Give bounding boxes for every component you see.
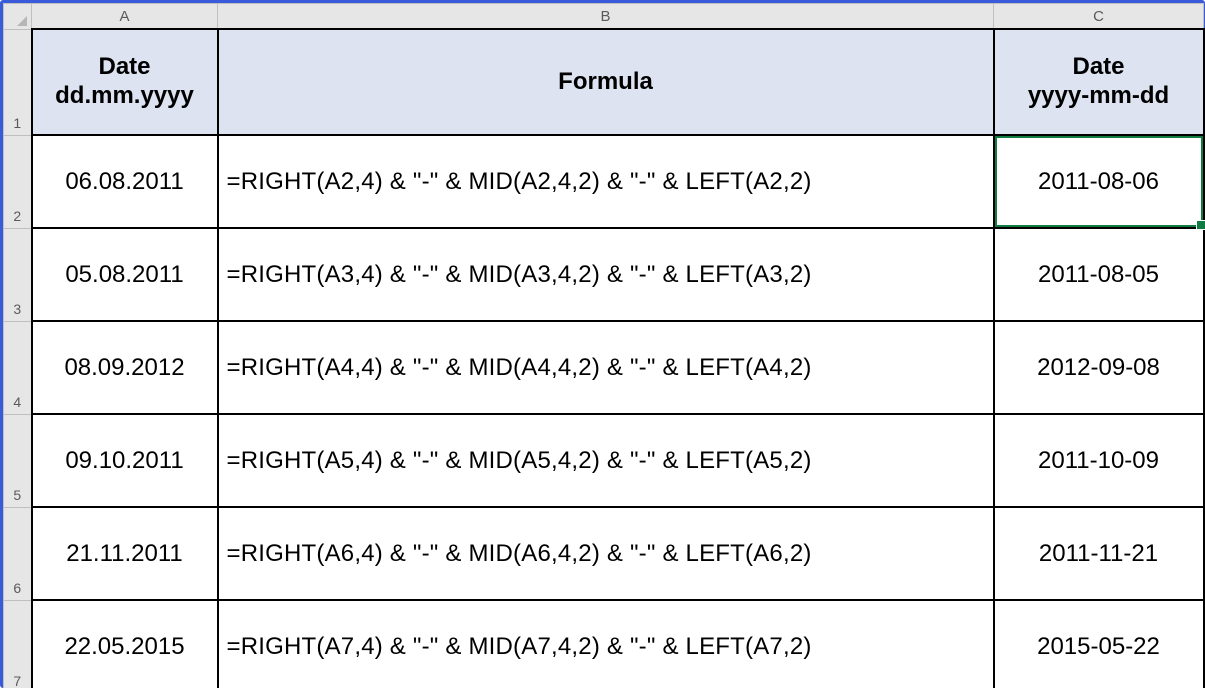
cell-B6[interactable]: =RIGHT(A6,4) & "-" & MID(A6,4,2) & "-" &…	[218, 507, 994, 600]
header-a-line1: Date	[39, 53, 211, 82]
cell-A5[interactable]: 09.10.2011	[32, 414, 218, 507]
cell-B4[interactable]: =RIGHT(A4,4) & "-" & MID(A4,4,2) & "-" &…	[218, 321, 994, 414]
column-header-row: A B C	[4, 4, 1204, 30]
spreadsheet-viewport: A B C 1 Date dd.mm.yyyy Formula Date yyy…	[0, 0, 1205, 688]
column-header-C[interactable]: C	[994, 4, 1204, 30]
row-header-2[interactable]: 2	[4, 135, 32, 228]
cell-A7[interactable]: 22.05.2015	[32, 600, 218, 688]
cell-B1-header-formula[interactable]: Formula	[218, 29, 994, 135]
header-c-line1: Date	[1001, 53, 1197, 82]
table-row: 7 22.05.2015 =RIGHT(A7,4) & "-" & MID(A7…	[4, 600, 1204, 688]
cell-C4[interactable]: 2012-09-08	[994, 321, 1204, 414]
header-b: Formula	[558, 68, 653, 95]
header-c-line2: yyyy-mm-dd	[1001, 82, 1197, 111]
select-all-corner[interactable]	[4, 4, 32, 30]
row-header-3[interactable]: 3	[4, 228, 32, 321]
cell-C6[interactable]: 2011-11-21	[994, 507, 1204, 600]
column-header-B[interactable]: B	[218, 4, 994, 30]
table-row: 2 06.08.2011 =RIGHT(A2,4) & "-" & MID(A2…	[4, 135, 1204, 228]
table-row: 1 Date dd.mm.yyyy Formula Date yyyy-mm-d…	[4, 29, 1204, 135]
header-a-line2: dd.mm.yyyy	[39, 82, 211, 111]
cell-C7[interactable]: 2015-05-22	[994, 600, 1204, 688]
row-header-5[interactable]: 5	[4, 414, 32, 507]
table-row: 6 21.11.2011 =RIGHT(A6,4) & "-" & MID(A6…	[4, 507, 1204, 600]
row-header-7[interactable]: 7	[4, 600, 32, 688]
row-header-6[interactable]: 6	[4, 507, 32, 600]
spreadsheet-grid: A B C 1 Date dd.mm.yyyy Formula Date yyy…	[3, 3, 1205, 688]
column-header-A[interactable]: A	[32, 4, 218, 30]
cell-A3[interactable]: 05.08.2011	[32, 228, 218, 321]
cell-C1-header-date-out[interactable]: Date yyyy-mm-dd	[994, 29, 1204, 135]
cell-B3[interactable]: =RIGHT(A3,4) & "-" & MID(A3,4,2) & "-" &…	[218, 228, 994, 321]
cell-C3[interactable]: 2011-08-05	[994, 228, 1204, 321]
table-row: 3 05.08.2011 =RIGHT(A3,4) & "-" & MID(A3…	[4, 228, 1204, 321]
table-row: 4 08.09.2012 =RIGHT(A4,4) & "-" & MID(A4…	[4, 321, 1204, 414]
row-header-4[interactable]: 4	[4, 321, 32, 414]
cell-C2[interactable]: 2011-08-06	[994, 135, 1204, 228]
cell-A4[interactable]: 08.09.2012	[32, 321, 218, 414]
table-row: 5 09.10.2011 =RIGHT(A5,4) & "-" & MID(A5…	[4, 414, 1204, 507]
cell-C5[interactable]: 2011-10-09	[994, 414, 1204, 507]
cell-A1-header-date-in[interactable]: Date dd.mm.yyyy	[32, 29, 218, 135]
cell-B7[interactable]: =RIGHT(A7,4) & "-" & MID(A7,4,2) & "-" &…	[218, 600, 994, 688]
cell-B2[interactable]: =RIGHT(A2,4) & "-" & MID(A2,4,2) & "-" &…	[218, 135, 994, 228]
row-header-1[interactable]: 1	[4, 29, 32, 135]
cell-B5[interactable]: =RIGHT(A5,4) & "-" & MID(A5,4,2) & "-" &…	[218, 414, 994, 507]
cell-A6[interactable]: 21.11.2011	[32, 507, 218, 600]
cell-A2[interactable]: 06.08.2011	[32, 135, 218, 228]
